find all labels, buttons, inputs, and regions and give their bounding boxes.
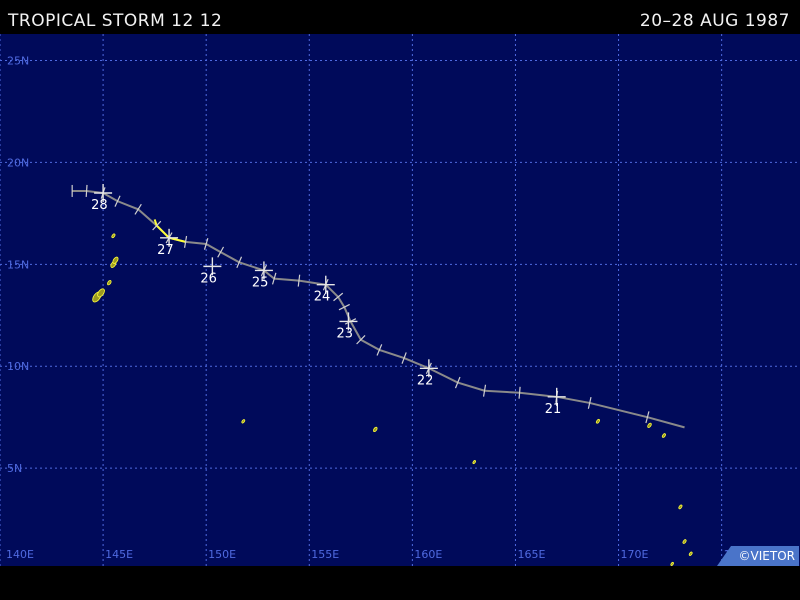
- day-label: 25: [252, 275, 269, 290]
- track-tick: [85, 184, 88, 197]
- credit-badge: ©VIETOR: [717, 546, 799, 566]
- ocean-background: [0, 34, 800, 566]
- latitude-label: 25N: [7, 54, 29, 67]
- longitude-label: 150E: [208, 548, 236, 561]
- longitude-label: 155E: [311, 548, 339, 561]
- day-label: 28: [91, 198, 108, 213]
- day-label: 24: [314, 290, 331, 305]
- day-label: 26: [200, 271, 217, 286]
- day-label: 27: [157, 243, 174, 258]
- storm-title: TROPICAL STORM 12 12: [8, 11, 223, 31]
- latitude-label: 15N: [7, 258, 29, 271]
- longitude-label: 140E: [6, 548, 34, 561]
- longitude-label: 145E: [105, 548, 133, 561]
- longitude-label: 165E: [517, 548, 545, 561]
- header-bar: TROPICAL STORM 12 12 20–28 AUG 1987: [0, 0, 800, 34]
- longitude-label: 170E: [621, 548, 649, 561]
- day-label: 23: [336, 326, 353, 341]
- day-label: 22: [417, 373, 434, 388]
- latitude-label: 5N: [7, 462, 22, 475]
- date-range: 20–28 AUG 1987: [639, 11, 790, 31]
- track-map: 140E145E150E155E160E165E170E175E25N20N15…: [0, 34, 800, 577]
- day-label: 21: [545, 402, 562, 417]
- latitude-label: 10N: [7, 360, 29, 373]
- latitude-label: 20N: [7, 156, 29, 169]
- longitude-label: 160E: [414, 548, 442, 561]
- footer-bar: [0, 566, 800, 600]
- map-canvas: 140E145E150E155E160E165E170E175E25N20N15…: [0, 34, 800, 577]
